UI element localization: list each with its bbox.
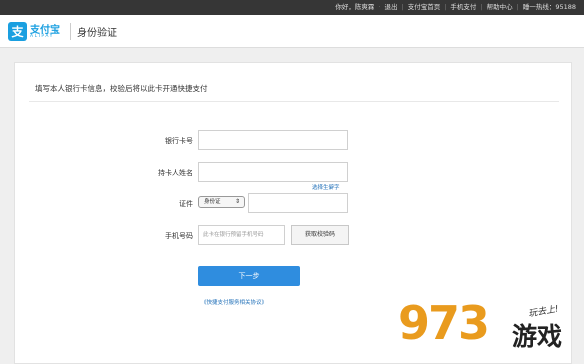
alipay-home-link[interactable]: 支付宝首页 — [408, 0, 441, 15]
panel-heading: 填写本人银行卡信息，校验后将以此卡开通快捷支付 — [35, 84, 208, 93]
panel-divider — [29, 101, 559, 102]
separator: | — [444, 3, 447, 11]
separator: | — [480, 3, 483, 11]
id-type-label: 证件 — [179, 200, 193, 208]
card-number-label: 银行卡号 — [165, 137, 193, 145]
separator: · — [378, 3, 381, 11]
page-header: 支 支付宝 ALIPAY 身份验证 — [0, 15, 584, 48]
cardholder-name-label: 持卡人姓名 — [158, 169, 193, 177]
alipay-logo-icon[interactable]: 支 — [8, 22, 27, 41]
help-center-link[interactable]: 帮助中心 — [487, 0, 513, 15]
phone-number-label: 手机号码 — [165, 232, 193, 240]
header-divider — [70, 23, 71, 40]
rare-character-link[interactable]: 选择生僻字 — [312, 183, 340, 191]
id-number-input[interactable] — [248, 193, 348, 213]
card-number-input[interactable] — [198, 130, 348, 150]
hotline-text: 睡一热线：95188 — [522, 3, 576, 11]
logout-link[interactable]: 退出 — [385, 0, 398, 15]
mobile-pay-link[interactable]: 手机支付 — [450, 0, 476, 15]
cardholder-name-input[interactable] — [198, 162, 348, 182]
phone-number-input[interactable]: 此卡在银行预留手机号码 — [198, 225, 285, 245]
next-step-button[interactable]: 下一步 — [198, 266, 300, 286]
id-type-value: 身份证 — [204, 199, 221, 205]
page-title: 身份验证 — [77, 28, 117, 39]
top-nav-bar: 你好，陈爽霖 · 退出 | 支付宝首页 | 手机支付 | 帮助中心 | 睡一热线… — [0, 0, 584, 15]
watermark-site-text: 游戏 — [512, 322, 563, 351]
watermark-number: 973 — [398, 296, 490, 350]
verification-panel: 填写本人银行卡信息，校验后将以此卡开通快捷支付 银行卡号 持卡人姓名 选择生僻字… — [14, 62, 572, 364]
greeting-text: 你好，陈爽霖 — [335, 3, 375, 11]
select-arrow-icon: ⇕ — [234, 198, 240, 205]
get-verification-code-button[interactable]: 获取校验码 — [291, 225, 349, 245]
agreement-link[interactable]: 《快捷支付服务相关协议》 — [201, 298, 267, 306]
logo-english-text: ALIPAY — [30, 34, 54, 39]
separator: | — [516, 3, 519, 11]
separator: | — [401, 3, 404, 11]
id-type-select[interactable]: 身份证 ⇕ — [198, 196, 245, 208]
